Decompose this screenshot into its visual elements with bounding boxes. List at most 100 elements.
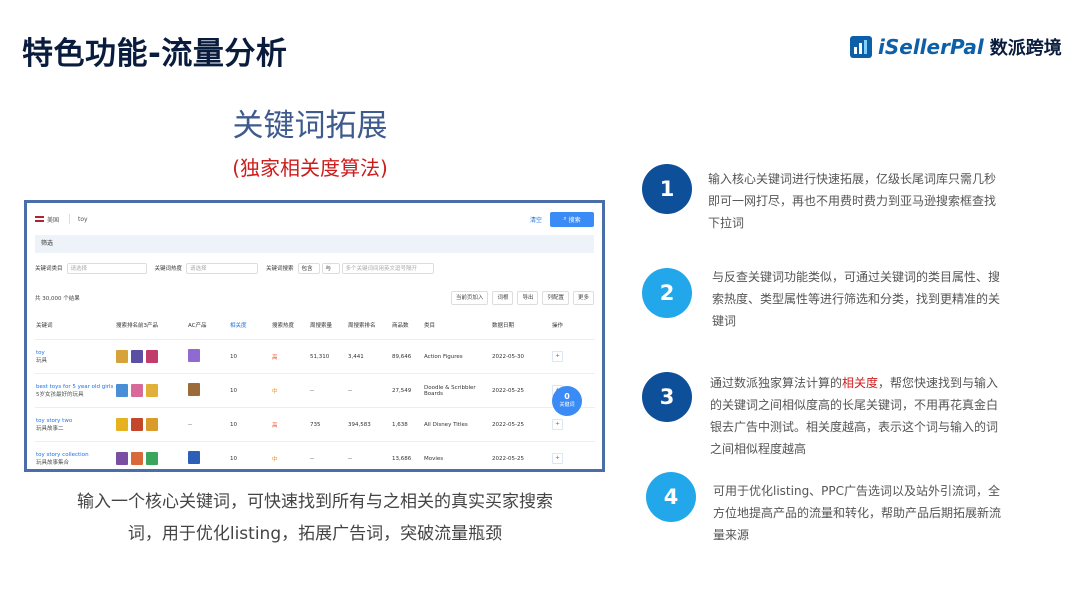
product-thumbnail[interactable]	[146, 384, 158, 397]
top-products-cell	[115, 373, 187, 408]
column-header[interactable]: 数据日期	[491, 311, 551, 340]
heat-cell: 中	[271, 373, 309, 408]
weekly-volume-cell: --	[309, 441, 347, 469]
heat-cell: 高	[271, 407, 309, 442]
feature-text-3-a: 通过数派独家算法计算的	[710, 376, 843, 390]
keyword-cell: toy story two 玩具故事二	[35, 407, 115, 442]
action-cell: +	[551, 441, 595, 469]
column-header: 搜索排名前3产品	[115, 311, 187, 340]
search-button-label: 搜索	[568, 216, 581, 224]
product-thumbnail[interactable]	[146, 452, 158, 465]
result-toolbar: 共 30,000 个结果 当前页加入 词根 导出 列配置 更多	[35, 291, 594, 305]
ac-product-thumbnail[interactable]	[188, 349, 200, 362]
product-thumbnail[interactable]	[116, 384, 128, 397]
relevance-cell: 10	[229, 441, 271, 469]
product-thumbnail[interactable]	[116, 350, 128, 363]
relevance-cell: 10	[229, 373, 271, 408]
feature-number-1: 1	[642, 164, 692, 214]
badge-label: 关键词	[559, 402, 575, 408]
logic-select[interactable]: 与	[321, 262, 340, 274]
search-bar: 美国 toy 清空 ⌕ 搜索	[35, 209, 594, 229]
logo-text-cn: 数派跨境	[989, 38, 1062, 59]
product-thumbnail[interactable]	[131, 418, 143, 431]
product-thumbnail[interactable]	[131, 452, 143, 465]
column-header[interactable]: 周搜索排名	[347, 311, 391, 340]
product-thumbnail[interactable]	[116, 452, 128, 465]
column-header: 类目	[423, 311, 491, 340]
category-cell: All Disney Titles	[423, 407, 491, 442]
category-select[interactable]: 请选择	[66, 262, 147, 274]
product-thumbnail[interactable]	[146, 350, 158, 363]
add-keyword-button[interactable]: +	[552, 453, 563, 464]
add-page-button[interactable]: 当前页加入	[450, 291, 489, 305]
category-cell: Doodle & Scribbler Boards	[423, 373, 491, 408]
ac-product-cell	[187, 373, 229, 408]
column-header: AC产品	[187, 311, 229, 340]
column-header[interactable]: 关键词	[35, 311, 115, 340]
column-header[interactable]: 周搜索量	[309, 311, 347, 340]
column-header: 操作	[551, 311, 595, 340]
export-button[interactable]: 导出	[517, 291, 539, 305]
category-cell: Action Figures	[423, 339, 491, 374]
column-header[interactable]: 商品数	[391, 311, 423, 340]
heat-select[interactable]: 请选择	[186, 262, 259, 274]
relevance-cell: 10	[229, 339, 271, 374]
brand-logo: iSellerPal 数派跨境	[850, 34, 1062, 60]
keyword-translation: 玩具	[36, 357, 48, 364]
search-button[interactable]: ⌕ 搜索	[550, 211, 594, 227]
selected-keywords-badge[interactable]: 0 关键词	[552, 386, 582, 416]
weekly-volume-cell: --	[309, 373, 347, 408]
ac-product-thumbnail[interactable]	[188, 451, 200, 464]
weekly-rank-cell: 3,441	[347, 339, 391, 374]
caption-line-2: 词，用于优化listing，拓展广告词，突破流量瓶颈	[127, 524, 503, 544]
date-cell: 2022-05-30	[491, 339, 551, 374]
weekly-rank-cell: --	[347, 373, 391, 408]
word-root-button[interactable]: 词根	[492, 291, 514, 305]
match-select[interactable]: 包含	[297, 262, 320, 274]
keyword-cell: best toys for 5 year old girls 5岁女孩最好的玩具	[35, 373, 115, 408]
filter-row: 关键词类目 请选择 关键词热度 请选择 关键词搜索 包含 与 多个关键词间用英文…	[35, 261, 594, 275]
relevance-cell: 10	[229, 407, 271, 442]
screenshot-caption: 输入一个核心关键词，可快速找到所有与之相关的真实买家搜索 词，用于优化listi…	[50, 486, 580, 550]
column-header[interactable]: 搜索热度	[271, 311, 309, 340]
product-thumbnail[interactable]	[131, 350, 143, 363]
ac-product-thumbnail[interactable]	[188, 383, 200, 396]
ac-product-cell: --	[187, 407, 229, 442]
more-button[interactable]: 更多	[572, 291, 594, 305]
keyword-filter-input[interactable]: 多个关键词间用英文逗号隔开	[341, 262, 434, 274]
feature-text-4: 可用于优化listing、PPC广告选词以及站外引流词，全方位地提高产品的流量和…	[713, 484, 1002, 542]
filter-label-heat: 关键词热度	[154, 266, 183, 272]
caption-line-1: 输入一个核心关键词，可快速找到所有与之相关的真实买家搜索	[77, 492, 553, 512]
weekly-volume-cell: 51,310	[309, 339, 347, 374]
country-select[interactable]: 美国	[47, 215, 59, 224]
keyword-translation: 玩具故事集合	[36, 459, 70, 466]
column-header-sorted[interactable]: 相关度	[229, 311, 271, 340]
keyword-cell: toy story collection 玩具故事集合	[35, 441, 115, 469]
ac-product-cell	[187, 441, 229, 469]
table-header-row: 关键词 搜索排名前3产品 AC产品 相关度 搜索热度 周搜索量 周搜索排名 商品…	[35, 311, 595, 340]
divider	[69, 214, 71, 224]
product-thumbnail[interactable]	[116, 418, 128, 431]
clear-link[interactable]: 清空	[530, 215, 542, 224]
result-count: 共 30,000 个结果	[35, 296, 80, 302]
action-cell: +	[551, 339, 595, 374]
table-row[interactable]: toy 玩具 10 高 51,310 3,441 89,646 Action Figures 2…	[35, 339, 595, 374]
add-keyword-button[interactable]: +	[552, 351, 563, 362]
weekly-rank-cell: 394,583	[347, 407, 391, 442]
ac-product-cell	[187, 339, 229, 374]
table-row[interactable]: best toys for 5 year old girls 5岁女孩最好的玩具 1…	[35, 373, 595, 408]
feature-text-3: 通过数派独家算法计算的相关度，帮您快速找到与输入的关键词之间相似度高的长尾关键词…	[710, 372, 1005, 460]
table-row[interactable]: toy story two 玩具故事二 -- 10 高 735 394,583 1,638 Al…	[35, 407, 595, 442]
keyword-link[interactable]: best toys for 5 year old girls	[36, 384, 114, 390]
product-thumbnail[interactable]	[131, 384, 143, 397]
product-thumbnail[interactable]	[146, 418, 158, 431]
date-cell: 2022-05-25	[491, 373, 551, 408]
table-row[interactable]: toy story collection 玩具故事集合 10 中 -- -- 13,686 M…	[35, 441, 595, 469]
filter-label-search: 关键词搜索	[266, 266, 294, 272]
column-config-button[interactable]: 列配置	[542, 291, 569, 305]
top-products-cell	[115, 441, 187, 469]
search-input[interactable]: toy	[78, 216, 530, 223]
date-cell: 2022-05-25	[491, 441, 551, 469]
product-count-cell: 1,638	[391, 407, 423, 442]
add-keyword-button[interactable]: +	[552, 419, 563, 430]
